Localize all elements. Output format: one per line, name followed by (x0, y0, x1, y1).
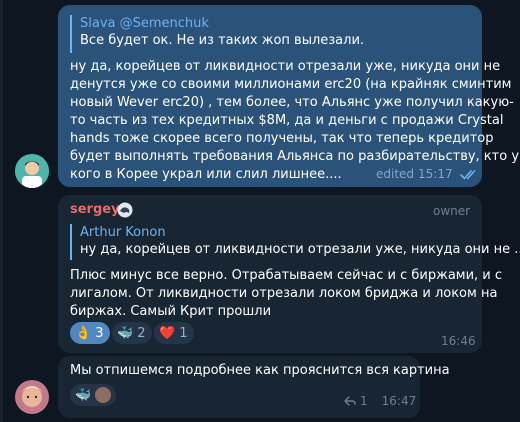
reply-quote[interactable]: Slava @Semenchuk Все будет ок. Не из так… (70, 15, 470, 53)
message-line: hands тоже скорее всего получены, так чт… (70, 131, 494, 146)
left-edge-strip (0, 0, 3, 422)
reply-count[interactable]: 1 (360, 394, 368, 408)
reply-author: Slava @Semenchuk (80, 16, 209, 31)
message-line: денутся уже со своими миллионами erc20 (… (70, 77, 512, 92)
avatar[interactable] (15, 154, 49, 188)
message-text[interactable]: Мы отпишемся подробнее как прояснится вс… (70, 362, 450, 380)
whale-icon: 🐳 (75, 387, 92, 403)
ok-hand-icon: 👌 (75, 325, 92, 341)
reaction-whale[interactable]: 🐳 2 (112, 322, 153, 344)
message-time: 15:17 (418, 167, 453, 181)
reaction-ok-hand[interactable]: 👌 3 (70, 322, 111, 344)
whale-icon: 🐳 (117, 325, 134, 341)
message-text[interactable]: Плюс минус все верно. Отрабатываем сейча… (70, 267, 502, 321)
message-line: новый Wever erc20) , тем более, что Алья… (70, 95, 514, 110)
reply-text: Все будет ок. Не из таких жоп вылезали. (80, 33, 365, 48)
role-label: owner (433, 204, 471, 218)
edited-label: edited (376, 167, 415, 181)
double-check-icon (459, 169, 478, 180)
user-avatar-image (15, 154, 49, 188)
message-line: лигалом. От ликвидности отрезали локом б… (70, 286, 498, 301)
reply-quote[interactable]: Arthur Konon ну да, корейцев от ликвидно… (70, 224, 520, 260)
user-avatar-image (15, 380, 49, 414)
reply-text: ну да, корейцев от ликвидности отрезали … (80, 242, 520, 257)
avatar[interactable] (15, 380, 49, 414)
message-meta: edited 15:17 (376, 167, 478, 181)
message-meta: 1 16:47 (344, 394, 416, 408)
reaction-count: 2 (137, 325, 146, 341)
message-line: ну да, корейцев от ликвидности отрезали … (70, 59, 501, 74)
message-line: будет выполнять требования Альянса по ра… (70, 149, 520, 164)
reaction-whale[interactable]: 🐳 (70, 384, 117, 406)
reactor-avatar (95, 387, 112, 403)
message-line: то часть из тех кредитных $8M, да и день… (70, 113, 504, 128)
reply-author: Arthur Konon (80, 225, 166, 240)
message-line: биржах. Самый Крит прошли (70, 304, 272, 319)
dragon-icon (117, 202, 133, 222)
message-line: Плюс минус все верно. Отрабатываем сейча… (70, 268, 503, 283)
message-meta: 16:46 (441, 334, 476, 348)
message-text[interactable]: ну да, корейцев от ликвидности отрезали … (70, 58, 519, 184)
reaction-count: 1 (179, 325, 188, 341)
message-time: 16:46 (441, 334, 476, 348)
reply-arrow-icon[interactable] (344, 396, 356, 406)
heart-icon: ❤️ (159, 325, 176, 341)
message-line: Мы отпишемся подробнее как прояснится вс… (70, 363, 450, 378)
reaction-count: 3 (95, 325, 104, 341)
reaction-heart[interactable]: ❤️ 1 (154, 322, 195, 344)
message-time: 16:47 (381, 394, 417, 408)
sender-name[interactable]: sergey (70, 202, 120, 217)
